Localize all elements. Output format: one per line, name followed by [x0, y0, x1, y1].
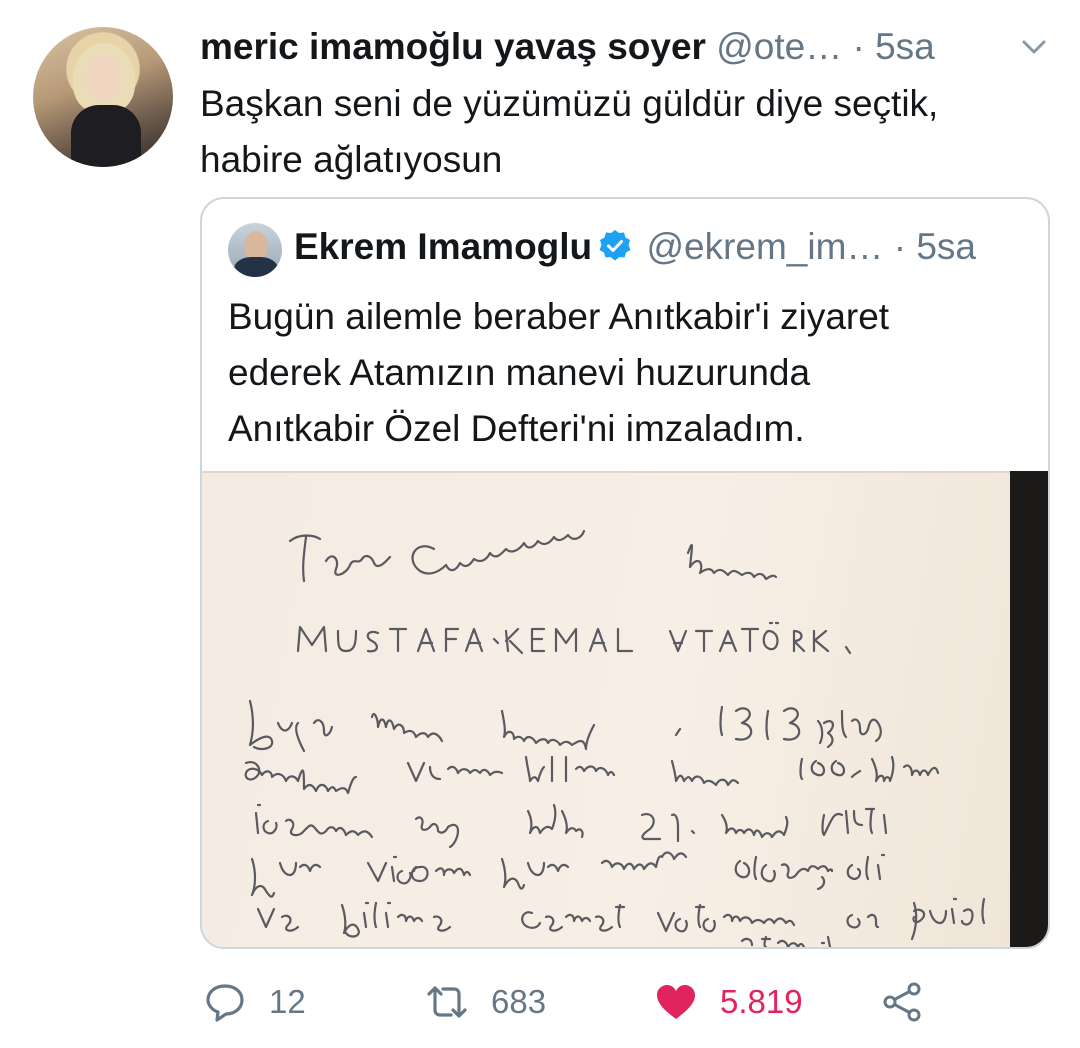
quoted-avatar-body [234, 257, 278, 277]
quoted-text-line: Bugün ailemle beraber Anıtkabir'i ziyare… [228, 296, 890, 337]
share-icon [883, 982, 921, 1022]
quoted-tweet-card[interactable]: Ekrem Imamoglu @ekrem_im… · 5sa Bugün ai… [200, 197, 1050, 949]
quoted-text-line: ederek Atamızın manevi huzurunda [228, 352, 811, 393]
chevron-down-icon[interactable] [1016, 32, 1052, 62]
retweet-icon [427, 986, 467, 1018]
reply-icon [206, 984, 244, 1022]
tweet-header: meric imamoğlu yavaş soyer @ote… · 5sa [200, 22, 935, 72]
quoted-text: Bugün ailemle beraber Anıtkabir'i ziyare… [228, 289, 1028, 457]
handwriting-image [244, 529, 986, 947]
quoted-author-handle: @ekrem_im… [646, 226, 884, 267]
reply-button[interactable]: 12 [203, 972, 306, 1032]
verified-badge-icon [599, 230, 631, 261]
author-avatar[interactable] [33, 27, 173, 167]
tweet-text: Başkan seni de yüzümüzü güldür diye seçt… [200, 76, 1060, 188]
avatar-face [85, 55, 121, 101]
quoted-header: Ekrem Imamoglu @ekrem_im… · 5sa [294, 221, 976, 273]
retweet-count: 683 [491, 983, 547, 1020]
like-icon [657, 985, 695, 1019]
separator-dot: · [852, 26, 865, 67]
like-button[interactable]: 5.819 [654, 972, 803, 1032]
quoted-media-image[interactable] [202, 471, 1048, 947]
quoted-time: 5sa [916, 226, 976, 267]
quoted-author-avatar [228, 223, 282, 277]
avatar-body [71, 105, 141, 167]
share-button[interactable] [880, 972, 946, 1032]
reply-count: 12 [269, 983, 306, 1020]
notebook-binding-edge [1010, 471, 1048, 947]
retweet-button[interactable]: 683 [425, 972, 546, 1032]
tweet-action-bar: 12 683 5.819 [0, 972, 1080, 1032]
tweet-text-line: Başkan seni de yüzümüzü güldür diye seçt… [200, 83, 939, 124]
tweet-time[interactable]: 5sa [875, 26, 935, 67]
quoted-text-line: Anıtkabir Özel Defteri'ni imzaladım. [228, 408, 805, 449]
quoted-author-name: Ekrem Imamoglu [294, 226, 593, 267]
author-name[interactable]: meric imamoğlu yavaş soyer [200, 26, 706, 67]
quoted-separator-dot: · [893, 226, 907, 267]
like-count: 5.819 [720, 983, 803, 1020]
tweet-text-line: habire ağlatıyosun [200, 139, 503, 180]
author-handle[interactable]: @ote… [716, 26, 842, 67]
